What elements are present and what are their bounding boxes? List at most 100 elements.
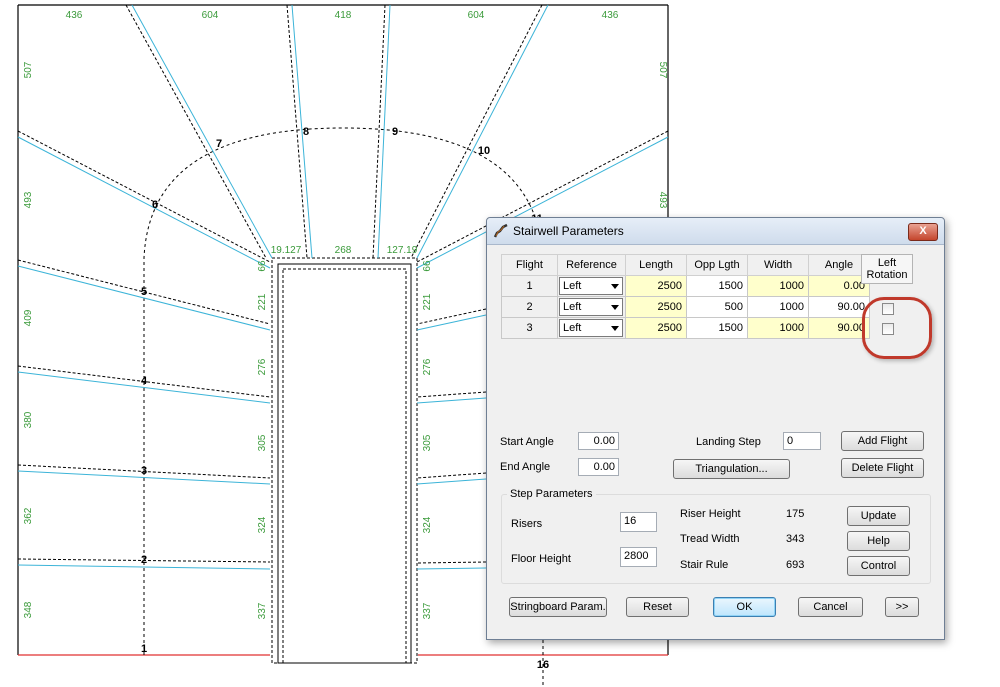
step-number: 9 <box>392 126 398 138</box>
tread-width-label: Tread Width <box>680 533 740 545</box>
dropdown-arrow-icon <box>611 326 619 331</box>
help-button[interactable]: Help <box>847 531 910 551</box>
opp-length-cell[interactable]: 1500 <box>686 275 748 297</box>
dim-inner-left: 337 <box>257 602 268 619</box>
more-button[interactable]: >> <box>885 597 919 617</box>
dim-left: 493 <box>23 191 34 208</box>
step-number: 16 <box>537 659 549 671</box>
dialog-title: Stairwell Parameters <box>513 224 624 238</box>
landing-step-field[interactable]: 0 <box>783 432 821 450</box>
cancel-button[interactable]: Cancel <box>798 597 863 617</box>
flight-row: 1 Left 2500 1500 1000 0.00 <box>501 275 870 297</box>
stair-rule-value: 693 <box>786 559 805 571</box>
dim-left: 507 <box>23 61 34 78</box>
reference-select[interactable]: Left <box>559 319 623 337</box>
central-opening <box>271 257 418 664</box>
riser-height-label: Riser Height <box>680 508 741 520</box>
update-button[interactable]: Update <box>847 506 910 526</box>
tread-width-value: 343 <box>786 533 805 545</box>
dim-inner-left: 324 <box>257 516 268 533</box>
width-cell[interactable]: 1000 <box>747 296 809 318</box>
add-flight-button[interactable]: Add Flight <box>841 431 924 451</box>
step-number: 7 <box>216 138 222 150</box>
dim-inner-right: 221 <box>422 293 433 310</box>
column-header-reference: Reference <box>557 254 626 276</box>
reference-select[interactable]: Left <box>559 277 623 295</box>
dim-inner-right: 276 <box>422 358 433 375</box>
dim-inner-left: 305 <box>257 434 268 451</box>
step-number: 1 <box>141 643 147 655</box>
left-rotation-header: Left Rotation <box>861 254 913 284</box>
risers-label: Risers <box>511 518 543 530</box>
reference-select[interactable]: Left <box>559 298 623 316</box>
step-number: 10 <box>478 145 490 157</box>
dim-landing: 127.19 <box>387 245 418 256</box>
length-cell[interactable]: 2500 <box>625 296 687 318</box>
width-cell[interactable]: 1000 <box>747 317 809 339</box>
stairwell-parameters-dialog: Stairwell Parameters X Flight Reference … <box>486 217 945 640</box>
flight-number: 1 <box>501 275 558 297</box>
flights-header-row: Flight Reference Length Opp Lgth Width A… <box>501 254 870 276</box>
dim-left: 348 <box>23 601 34 618</box>
opp-length-cell[interactable]: 500 <box>686 296 748 318</box>
dim-top: 436 <box>602 10 619 21</box>
flight-row: 2 Left 2500 500 1000 90.00 <box>501 296 870 318</box>
landing-step-label: Landing Step <box>696 436 761 448</box>
dim-top: 604 <box>202 10 219 21</box>
dim-inner-right: 305 <box>422 434 433 451</box>
dim-right: 507 <box>657 62 668 79</box>
start-angle-label: Start Angle <box>500 436 554 448</box>
flight-number: 2 <box>501 296 558 318</box>
dim-right: 493 <box>657 192 668 209</box>
step-number: 2 <box>141 554 147 566</box>
step-number: 6 <box>152 199 158 211</box>
floor-height-label: Floor Height <box>511 553 571 565</box>
delete-flight-button[interactable]: Delete Flight <box>841 458 924 478</box>
dim-left: 409 <box>23 309 34 326</box>
risers-field[interactable]: 16 <box>620 512 657 532</box>
dim-left: 380 <box>23 411 34 428</box>
column-header-opp-length: Opp Lgth <box>686 254 748 276</box>
floor-height-field[interactable]: 2800 <box>620 547 657 567</box>
ok-button[interactable]: OK <box>713 597 776 617</box>
dialog-titlebar[interactable]: Stairwell Parameters X <box>487 218 944 245</box>
flight-number: 3 <box>501 317 558 339</box>
highlight-ring <box>862 297 932 359</box>
stringboard-param-button[interactable]: Stringboard Param. <box>509 597 607 617</box>
step-number: 5 <box>141 286 147 298</box>
dim-top: 604 <box>468 10 485 21</box>
angle-cell[interactable]: 90.00 <box>808 296 870 318</box>
close-button[interactable]: X <box>908 223 938 241</box>
column-header-length: Length <box>625 254 687 276</box>
control-button[interactable]: Control <box>847 556 910 576</box>
dim-top: 436 <box>66 10 83 21</box>
stair-rule-label: Stair Rule <box>680 559 729 571</box>
length-cell[interactable]: 2500 <box>625 317 687 339</box>
dim-top: 418 <box>335 10 352 21</box>
end-angle-label: End Angle <box>500 461 551 473</box>
dim-left: 362 <box>23 507 34 524</box>
start-angle-field[interactable]: 0.00 <box>578 432 619 450</box>
triangulation-button[interactable]: Triangulation... <box>673 459 790 479</box>
length-cell[interactable]: 2500 <box>625 275 687 297</box>
dim-inner-left: 276 <box>257 358 268 375</box>
step-parameters-title: Step Parameters <box>507 488 596 500</box>
step-number: 8 <box>303 126 309 138</box>
reset-button[interactable]: Reset <box>626 597 689 617</box>
dim-inner-right: 324 <box>422 516 433 533</box>
dim-inner-left: 66 <box>257 260 268 272</box>
flights-table: Flight Reference Length Opp Lgth Width A… <box>501 254 870 339</box>
dim-inner-right: 337 <box>422 602 433 619</box>
opp-length-cell[interactable]: 1500 <box>686 317 748 339</box>
angle-cell[interactable]: 90.00 <box>808 317 870 339</box>
walking-line <box>143 127 544 687</box>
step-number: 4 <box>141 375 148 387</box>
column-header-width: Width <box>747 254 809 276</box>
riser-height-value: 175 <box>786 508 805 520</box>
dim-landing: 268 <box>335 245 352 256</box>
dim-inner-left: 221 <box>257 293 268 310</box>
end-angle-field[interactable]: 0.00 <box>578 458 619 476</box>
dim-landing: 19.127 <box>271 245 302 256</box>
width-cell[interactable]: 1000 <box>747 275 809 297</box>
dim-inner-right: 66 <box>422 260 433 272</box>
